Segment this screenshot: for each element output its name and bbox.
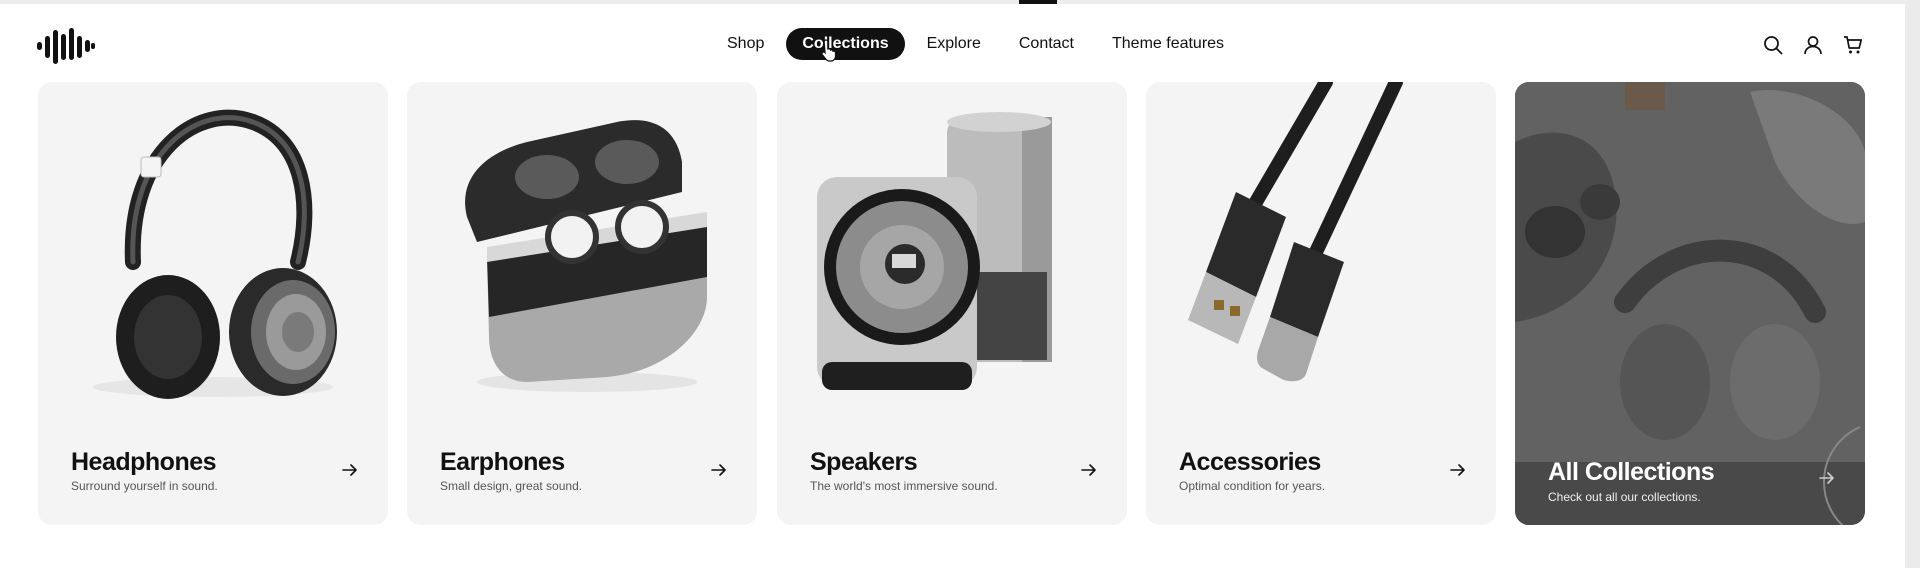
search-icon[interactable] — [1762, 34, 1784, 56]
card-title: Headphones — [71, 448, 217, 476]
arrow-right-icon[interactable] — [1081, 463, 1097, 477]
card-subtitle: Optimal condition for years. — [1179, 479, 1326, 493]
collection-card-headphones[interactable]: Headphones Surround yourself in sound. — [38, 82, 388, 525]
site-header: Shop Collections Explore Contact Theme f… — [0, 4, 1905, 78]
card-subtitle: Small design, great sound. — [440, 479, 583, 493]
collection-card-all-collections[interactable]: All Collections Check out all our collec… — [1515, 82, 1865, 525]
headphones-image — [93, 109, 337, 399]
card-title: Speakers — [810, 448, 918, 476]
cart-icon[interactable] — [1842, 34, 1864, 56]
arrow-right-icon[interactable] — [1450, 463, 1466, 477]
card-subtitle: Surround yourself in sound. — [71, 479, 218, 493]
scrollbar-track[interactable] — [1905, 0, 1920, 568]
arrow-right-icon[interactable] — [711, 463, 727, 477]
card-title: Earphones — [440, 448, 565, 476]
nav-collections[interactable]: Collections — [786, 28, 905, 60]
card-title: Accessories — [1179, 448, 1321, 476]
arrow-right-icon[interactable] — [342, 463, 358, 477]
usb-cables-image — [1188, 82, 1403, 382]
nav-shop[interactable]: Shop — [711, 28, 780, 60]
collection-card-accessories[interactable]: Accessories Optimal condition for years. — [1146, 82, 1496, 525]
collection-card-earphones[interactable]: Earphones Small design, great sound. — [407, 82, 757, 525]
nav-theme-features[interactable]: Theme features — [1096, 28, 1240, 60]
card-subtitle: Check out all our collections. — [1548, 490, 1701, 504]
mouse-cursor-icon — [821, 39, 837, 62]
earphones-image — [465, 120, 707, 392]
card-title: All Collections — [1548, 458, 1715, 486]
account-icon[interactable] — [1802, 34, 1824, 56]
speakers-image — [817, 112, 1052, 390]
arrow-right-icon[interactable] — [1819, 471, 1835, 485]
collection-card-speakers[interactable]: Speakers The world's most immersive soun… — [777, 82, 1127, 525]
header-actions — [1762, 34, 1864, 56]
card-subtitle: The world's most immersive sound. — [810, 479, 998, 493]
nav-contact[interactable]: Contact — [1003, 28, 1090, 60]
nav-explore[interactable]: Explore — [911, 28, 997, 60]
brand-logo-icon[interactable] — [36, 26, 96, 66]
